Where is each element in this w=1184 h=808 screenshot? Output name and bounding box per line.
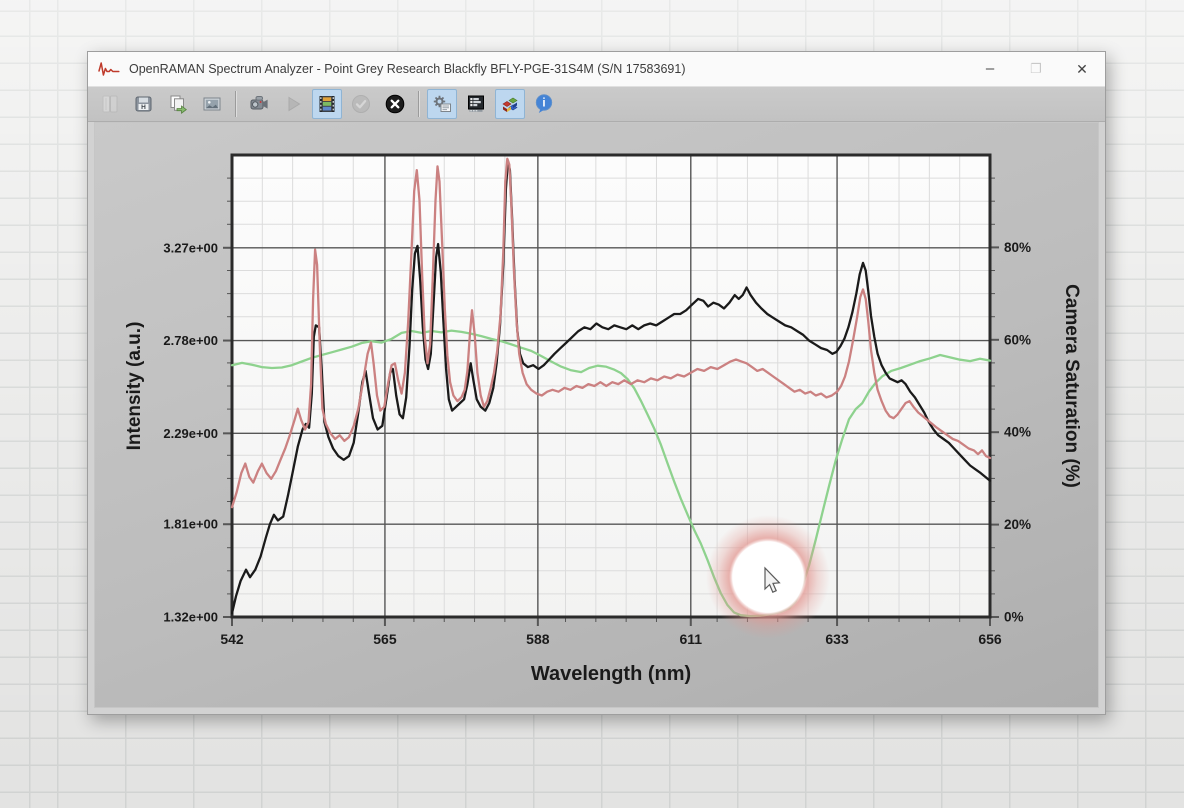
desktop-spreadsheet-background: { "window": { "title": "OpenRAMAN Spectr… (0, 0, 1184, 808)
play-icon (281, 92, 305, 116)
close-button[interactable]: ✕ (1059, 52, 1105, 86)
toolbar-button-notebook[interactable] (95, 89, 125, 119)
window-title: OpenRAMAN Spectrum Analyzer - Point Grey… (129, 62, 967, 76)
x-tick-label: 588 (526, 631, 550, 647)
toolbar-button-live-stream[interactable] (312, 89, 342, 119)
window-controls: – ❐ ✕ (967, 52, 1105, 86)
copy-icon (166, 92, 190, 116)
toolbar-button-play[interactable] (278, 89, 308, 119)
y-right-tick-label: 60% (1004, 332, 1031, 347)
y-axis-right-title: Camera Saturation (%) (1061, 284, 1082, 488)
chart-region: 542 565 588 611 633 656 3.27e+00 2.78e+00 2.29e+… (94, 122, 1099, 708)
save-icon: H (132, 92, 156, 116)
toolbar-separator (418, 91, 419, 117)
toolbar-button-surface-plot[interactable] (495, 89, 525, 119)
settings-icon (430, 92, 454, 116)
x-tick-label: 656 (978, 631, 1002, 647)
spectrum-chart: 542 565 588 611 633 656 3.27e+00 2.78e+00 2.29e+… (94, 122, 1099, 706)
toolbar-button-export-image[interactable] (197, 89, 227, 119)
minimize-button[interactable]: – (967, 52, 1013, 86)
toolbar-button-camera[interactable] (244, 89, 274, 119)
toolbar-button-copy[interactable] (163, 89, 193, 119)
toolbar-button-accept[interactable] (346, 89, 376, 119)
y-left-tick-label: 2.78e+00 (163, 333, 218, 348)
title-bar[interactable]: OpenRAMAN Spectrum Analyzer - Point Grey… (88, 52, 1105, 87)
toolbar: Hi (88, 87, 1105, 122)
x-tick-label: 542 (220, 631, 244, 647)
y-left-tick-label: 1.81e+00 (163, 517, 218, 532)
film-icon (315, 92, 339, 116)
x-axis-title: Wavelength (nm) (531, 663, 691, 685)
y-axis-left-title: Intensity (a.u.) (124, 322, 145, 451)
surface-plot-icon (498, 92, 522, 116)
toolbar-button-cancel[interactable] (380, 89, 410, 119)
notebook-icon (98, 92, 122, 116)
x-tick-label: 565 (373, 631, 397, 647)
app-window: OpenRAMAN Spectrum Analyzer - Point Grey… (87, 51, 1106, 715)
toolbar-button-histogram[interactable] (461, 89, 491, 119)
toolbar-button-settings[interactable] (427, 89, 457, 119)
svg-text:H: H (141, 104, 146, 111)
x-tick-label: 611 (679, 631, 702, 647)
camcorder-icon (247, 92, 271, 116)
accept-icon (349, 92, 373, 116)
maximize-button[interactable]: ❐ (1013, 52, 1059, 86)
svg-text:i: i (542, 98, 545, 110)
info-icon: i (532, 92, 556, 116)
y-right-tick-label: 40% (1004, 425, 1031, 440)
histogram-icon (464, 92, 488, 116)
cancel-icon (383, 92, 407, 116)
y-left-tick-label: 1.32e+00 (163, 610, 218, 625)
app-logo-icon (97, 60, 123, 78)
y-right-tick-label: 0% (1004, 610, 1024, 625)
toolbar-button-about[interactable]: i (529, 89, 559, 119)
y-left-tick-label: 3.27e+00 (163, 240, 218, 255)
x-tick-label: 633 (825, 631, 849, 647)
toolbar-button-save-acquisition[interactable]: H (129, 89, 159, 119)
toolbar-separator (235, 91, 236, 117)
export-image-icon (200, 92, 224, 116)
y-right-tick-label: 20% (1004, 517, 1031, 532)
y-left-tick-label: 2.29e+00 (163, 426, 218, 441)
y-right-tick-label: 80% (1004, 240, 1031, 255)
